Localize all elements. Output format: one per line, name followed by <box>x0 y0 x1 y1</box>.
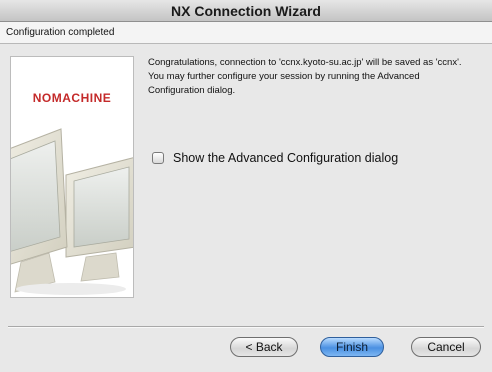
button-separator <box>8 326 484 328</box>
advanced-config-checkbox[interactable] <box>152 152 164 164</box>
step-title: Configuration completed <box>6 27 115 38</box>
advanced-config-label[interactable]: Show the Advanced Configuration dialog <box>173 151 398 165</box>
completion-message: Congratulations, connection to 'ccnx.kyo… <box>148 57 462 96</box>
nomachine-side-panel: NOMACHINE <box>10 56 134 298</box>
monitors-illustration <box>11 128 133 295</box>
cancel-button[interactable]: Cancel <box>411 337 481 357</box>
advanced-config-option[interactable]: Show the Advanced Configuration dialog <box>152 151 398 165</box>
window-title: NX Connection Wizard <box>171 3 321 19</box>
wizard-content: NOMACHINE Congratulations, connection to… <box>0 44 492 372</box>
wizard-header: Configuration completed <box>0 22 492 44</box>
back-button[interactable]: < Back <box>230 337 298 357</box>
title-bar[interactable]: NX Connection Wizard <box>0 0 492 22</box>
finish-button[interactable]: Finish <box>320 337 384 357</box>
